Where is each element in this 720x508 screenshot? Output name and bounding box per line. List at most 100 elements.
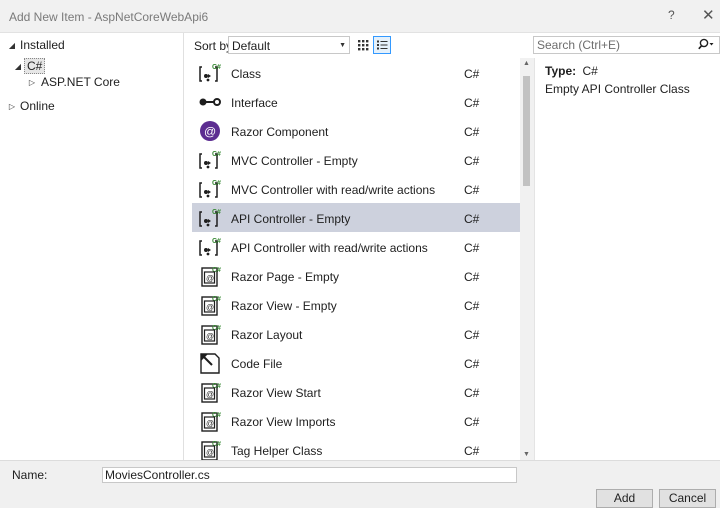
title-bar: Add New Item - AspNetCoreWebApi6 ? ✕ [0,0,720,33]
razor-view-start-icon: C# @ [198,380,222,404]
svg-text:@: @ [206,303,214,312]
svg-text:C#: C# [212,64,221,71]
name-input[interactable] [102,467,517,483]
template-language: C# [464,270,480,284]
controller-icon: C# [198,177,222,201]
template-name: Razor Layout [231,328,303,342]
list-scrollbar[interactable]: ▲ ▼ [520,58,534,460]
expanded-arrow-icon[interactable]: ◢ [12,62,24,71]
chevron-down-icon: ▼ [339,42,346,49]
template-name: MVC Controller with read/write actions [231,183,436,197]
search-input[interactable] [534,37,694,53]
template-item[interactable]: C# @ Razor View Imports C# [192,406,520,435]
search-box[interactable] [533,36,720,54]
template-name: API Controller with read/write actions [231,241,428,255]
template-description: Empty API Controller Class [545,82,690,96]
svg-text:@: @ [206,390,214,399]
svg-text:@: @ [206,274,214,283]
scroll-up-arrow-icon[interactable]: ▲ [523,60,530,67]
razor-component-icon: @ [198,119,222,143]
controller-icon: C# [198,148,222,172]
cancel-button[interactable]: Cancel [659,489,716,508]
csharp-class-icon: C# [198,61,222,85]
collapsed-arrow-icon[interactable]: ▷ [26,78,38,87]
template-language: C# [464,444,480,458]
template-language: C# [464,415,480,429]
svg-text:@: @ [206,448,214,457]
svg-text:C#: C# [212,151,221,158]
collapsed-arrow-icon[interactable]: ▷ [6,102,18,111]
template-language: C# [464,299,480,313]
tree-item-label: C# [24,58,46,74]
template-language: C# [464,183,480,197]
svg-text:@: @ [206,419,214,428]
scroll-down-arrow-icon[interactable]: ▼ [523,451,530,458]
sort-dropdown[interactable]: Default ▼ [228,36,350,54]
template-language: C# [464,386,480,400]
list-view-icon [377,40,388,50]
template-item[interactable]: C# Class C# [192,58,520,87]
name-label: Name: [12,468,48,482]
template-language: C# [464,96,480,110]
type-value: C# [582,64,598,78]
controller-icon: C# [198,206,222,230]
list-view-button[interactable] [373,36,391,54]
tree-item-aspnet-core[interactable]: ▷ ASP.NET Core [26,73,120,91]
template-item[interactable]: C# @ Tag Helper Class C# [192,435,520,460]
template-name: Tag Helper Class [231,444,323,458]
template-item[interactable]: C# @ Razor Layout C# [192,319,520,348]
template-name: Class [231,67,262,81]
template-item[interactable]: Code File C# [192,348,520,377]
add-button[interactable]: Add [596,489,653,508]
template-language: C# [464,212,480,226]
template-language: C# [464,125,480,139]
template-name: Razor Page - Empty [231,270,340,284]
template-name: Razor Component [231,125,329,139]
template-item[interactable]: C# MVC Controller - Empty C# [192,145,520,174]
template-item[interactable]: Interface C# [192,87,520,116]
razor-layout-icon: C# @ [198,322,222,346]
template-item[interactable]: C# API Controller - Empty C# [192,203,520,232]
template-language: C# [464,241,480,255]
template-name: Razor View Start [231,386,321,400]
svg-text:C#: C# [212,209,221,216]
svg-text:@: @ [204,125,216,139]
template-item[interactable]: C# MVC Controller with read/write actions… [192,174,520,203]
category-tree: ◢ Installed ◢ C# ▷ ASP.NET Core ▷ Online [0,33,184,460]
template-language: C# [464,67,480,81]
template-item[interactable]: C# @ Razor Page - Empty C# [192,261,520,290]
template-name: Razor View Imports [231,415,336,429]
template-item[interactable]: C# @ Razor View Start C# [192,377,520,406]
bottom-bar: Name: Add Cancel [0,460,720,508]
type-label: Type: [545,64,577,78]
svg-text:C#: C# [212,238,221,245]
template-item[interactable]: C# @ Razor View - Empty C# [192,290,520,319]
code-file-icon [198,351,222,375]
template-name: Razor View - Empty [231,299,337,313]
template-item[interactable]: C# API Controller with read/write actions… [192,232,520,261]
template-name: MVC Controller - Empty [231,154,358,168]
template-list: C# Class C# Interface C# @ Razor Component C# C#… [192,58,534,460]
tree-item-label: Online [20,99,55,113]
tree-item-label: ASP.NET Core [41,75,120,89]
search-icon[interactable] [697,37,715,53]
controller-icon: C# [198,235,222,259]
sort-value: Default [232,39,271,53]
tree-item-installed[interactable]: ◢ Installed [6,36,65,54]
expanded-arrow-icon[interactable]: ◢ [6,41,18,50]
razor-page-icon: C# @ [198,264,222,288]
grid-view-button[interactable] [354,36,372,54]
tree-item-online[interactable]: ▷ Online [6,97,55,115]
razor-view-imports-icon: C# @ [198,409,222,433]
tag-helper-icon: C# @ [198,438,222,460]
svg-text:@: @ [206,332,214,341]
template-name: Interface [231,96,278,110]
close-button[interactable]: ✕ [702,6,715,24]
type-row: Type: C# [545,64,598,78]
window-title: Add New Item - AspNetCoreWebApi6 [9,10,209,24]
help-button[interactable]: ? [668,8,675,22]
scroll-thumb[interactable] [523,76,530,186]
template-name: Code File [231,357,283,371]
template-item[interactable]: @ Razor Component C# [192,116,520,145]
details-pane: Type: C# Empty API Controller Class [534,58,720,460]
